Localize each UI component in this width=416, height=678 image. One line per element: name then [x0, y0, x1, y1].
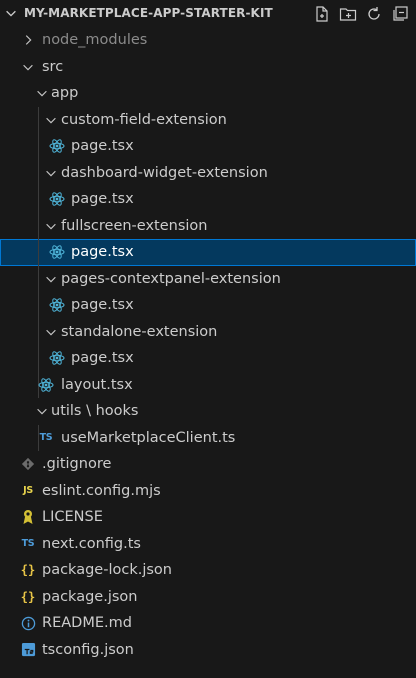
tree-item-label: fullscreen-extension: [61, 217, 208, 234]
tree-folder-src[interactable]: src: [0, 54, 416, 81]
tree-item-label: page.tsx: [71, 297, 134, 313]
react-icon: [49, 138, 65, 154]
tree-item-label: app: [51, 85, 79, 101]
tree-item-label: tsconfig.json: [42, 641, 134, 658]
tree-file-page-tsx[interactable]: page.tsx: [0, 133, 416, 160]
indent-guide: [38, 345, 39, 372]
tree-folder-dashboard-widget-extension[interactable]: dashboard-widget-extension: [0, 159, 416, 186]
indent-guide: [38, 265, 39, 292]
tree-folder-pages-contextpanel-extension[interactable]: pages-contextpanel-extension: [0, 265, 416, 292]
tree-file-gitignore[interactable]: .gitignore: [0, 451, 416, 478]
tree-item-label: README.md: [42, 615, 132, 631]
new-file-icon[interactable]: [312, 4, 332, 24]
indent-guide: [38, 159, 39, 186]
tree-item-label: useMarketplaceClient.ts: [61, 429, 236, 446]
tree-file-tsconfig-json[interactable]: tsconfig.json: [0, 637, 416, 664]
tree-item-label: node_modules: [42, 32, 148, 48]
tree-file-page-tsx[interactable]: page.tsx: [0, 292, 416, 319]
tree-file-page-tsx[interactable]: page.tsx: [0, 345, 416, 372]
tree-item-label: page.tsx: [71, 138, 134, 154]
tree-file-page-tsx[interactable]: page.tsx: [0, 239, 416, 266]
tree-item-label: .gitignore: [42, 456, 112, 472]
tree-item-label: utils \ hooks: [51, 403, 139, 419]
chevron-right-icon: [20, 32, 36, 48]
react-icon: [49, 191, 65, 207]
refresh-icon[interactable]: [364, 4, 384, 24]
explorer-header: MY-MARKETPLACE-APP-STARTER-KIT: [0, 0, 416, 27]
tree-item-label: src: [42, 58, 64, 75]
project-title[interactable]: MY-MARKETPLACE-APP-STARTER-KIT: [24, 6, 273, 20]
tree-item-label: page.tsx: [71, 350, 134, 366]
tsconfig-icon: [20, 642, 36, 658]
tree-folder-node-modules[interactable]: node_modules: [0, 27, 416, 54]
tree-item-label: page.tsx: [71, 244, 134, 260]
tree-item-label: page.tsx: [71, 191, 134, 207]
chevron-down-icon: [43, 218, 59, 234]
tree-item-label: eslint.config.mjs: [42, 482, 161, 499]
react-icon: [38, 377, 54, 393]
tree-file-layout-tsx[interactable]: layout.tsx: [0, 371, 416, 398]
tree-item-label: package-lock.json: [42, 562, 172, 578]
tree-file-readme-md[interactable]: README.md: [0, 610, 416, 637]
tree-item-label: LICENSE: [42, 509, 103, 525]
tree-file-usemarketplaceclient-ts[interactable]: TS useMarketplaceClient.ts: [0, 424, 416, 451]
indent-guide: [38, 239, 39, 266]
tree-folder-app[interactable]: app: [0, 80, 416, 107]
tree-item-label: layout.tsx: [61, 376, 133, 393]
typescript-badge: TS: [39, 432, 53, 443]
tree-file-package-json[interactable]: {} package.json: [0, 584, 416, 611]
tree-file-license[interactable]: LICENSE: [0, 504, 416, 531]
new-folder-icon[interactable]: [338, 4, 358, 24]
file-tree: node_modulessrc app custom-field-extension…: [0, 27, 416, 663]
tree-folder-fullscreen-extension[interactable]: fullscreen-extension: [0, 212, 416, 239]
typescript-badge: TS: [21, 538, 35, 549]
tree-file-page-tsx[interactable]: page.tsx: [0, 186, 416, 213]
indent-guide: [38, 212, 39, 239]
indent-guide: [38, 318, 39, 345]
tree-item-label: dashboard-widget-extension: [61, 164, 268, 181]
typescript-icon: TS: [20, 536, 36, 552]
indent-guide: [38, 186, 39, 213]
collapse-all-icon[interactable]: [390, 4, 410, 24]
tree-item-label: standalone-extension: [61, 323, 218, 340]
indent-guide: [38, 133, 39, 160]
json-icon: {}: [20, 589, 36, 605]
react-icon: [49, 297, 65, 313]
tree-file-next-config-ts[interactable]: TS next.config.ts: [0, 531, 416, 558]
tree-item-label: package.json: [42, 588, 138, 605]
json-badge: {}: [20, 563, 36, 577]
tree-folder-utils-hooks[interactable]: utils \ hooks: [0, 398, 416, 425]
tree-item-label: custom-field-extension: [61, 111, 227, 128]
tree-file-eslint-config-mjs[interactable]: JS eslint.config.mjs: [0, 478, 416, 505]
tree-file-package-lock-json[interactable]: {} package-lock.json: [0, 557, 416, 584]
react-icon: [49, 244, 65, 260]
javascript-badge: JS: [23, 485, 33, 496]
explorer-actions: [312, 4, 410, 24]
tree-folder-custom-field-extension[interactable]: custom-field-extension: [0, 106, 416, 133]
chevron-down-icon: [34, 403, 50, 419]
chevron-down-icon: [43, 324, 59, 340]
tree-item-label: pages-contextpanel-extension: [61, 270, 281, 287]
indent-guide: [38, 292, 39, 319]
chevron-down-icon: [43, 112, 59, 128]
tree-item-label: next.config.ts: [42, 535, 141, 552]
info-icon: [20, 615, 36, 631]
json-badge: {}: [20, 589, 36, 604]
react-icon: [49, 350, 65, 366]
license-icon: [20, 509, 36, 525]
tree-folder-standalone-extension[interactable]: standalone-extension: [0, 318, 416, 345]
json-icon: {}: [20, 562, 36, 578]
chevron-down-icon: [34, 85, 50, 101]
git-icon: [20, 456, 36, 472]
chevron-down-icon: [43, 271, 59, 287]
javascript-icon: JS: [20, 483, 36, 499]
indent-guide: [38, 106, 39, 133]
typescript-icon: TS: [38, 430, 54, 446]
chevron-down-icon: [20, 59, 36, 75]
chevron-down-icon: [43, 165, 59, 181]
chevron-down-icon[interactable]: [4, 6, 18, 20]
